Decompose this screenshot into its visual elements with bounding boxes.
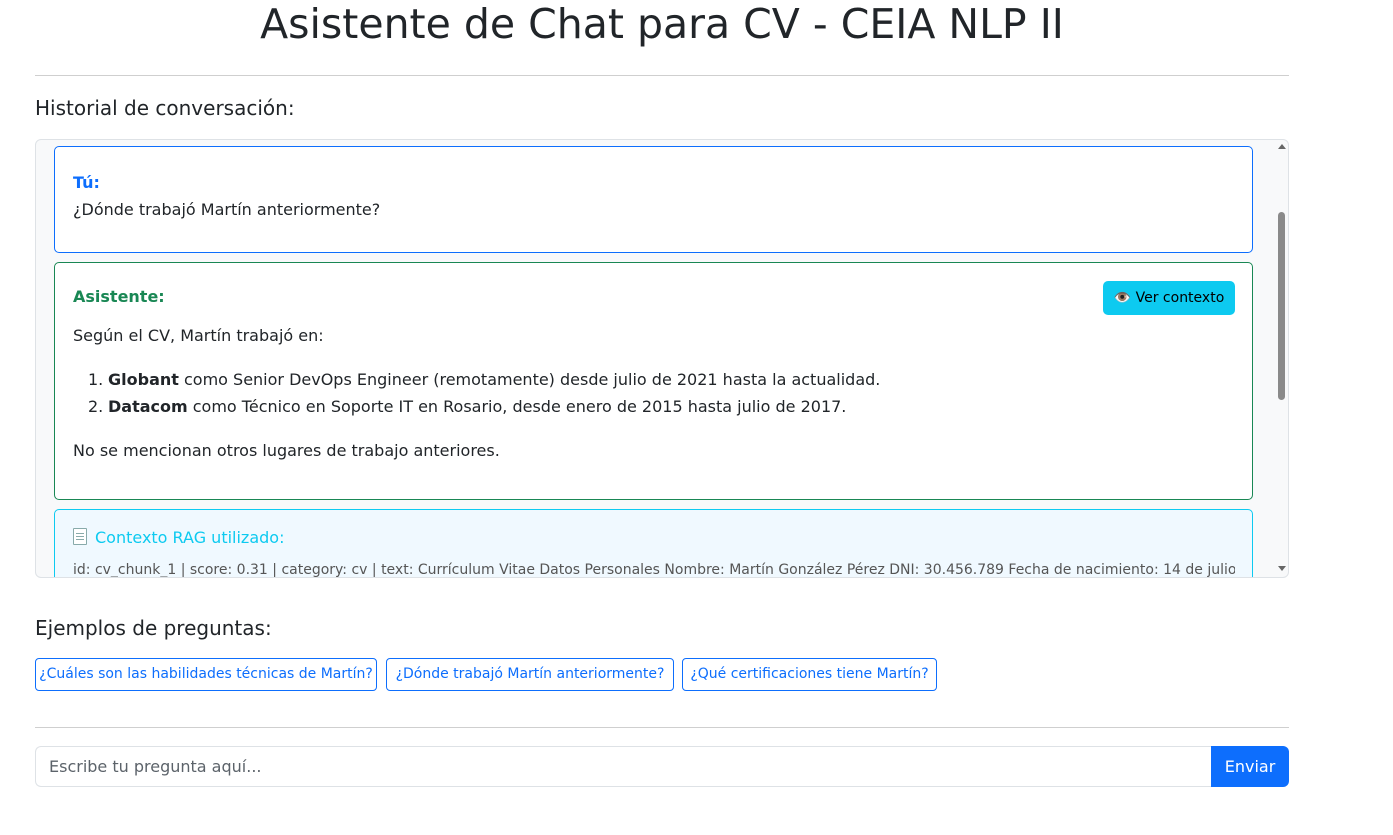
list-item: 1. Globant como Senior DevOps Engineer (r… <box>88 370 881 389</box>
divider <box>35 727 1289 728</box>
user-label: Tú: <box>73 173 100 192</box>
question-input-group: Enviar <box>35 746 1289 787</box>
assistant-intro: Según el CV, Martín trabajó en: <box>73 326 324 345</box>
answer-list: 1. Globant como Senior DevOps Engineer (r… <box>88 369 880 423</box>
chat-history[interactable]: Tú: ¿Dónde trabajó Martín anteriormente?… <box>35 139 1289 578</box>
document-icon <box>73 528 87 545</box>
scrollbar-thumb[interactable] <box>1278 212 1285 400</box>
company-name: Globant <box>108 370 179 389</box>
send-button[interactable]: Enviar <box>1211 746 1289 787</box>
page-title: Asistente de Chat para CV - CEIA NLP II <box>260 0 1064 48</box>
example-question-button[interactable]: ¿Dónde trabajó Martín anteriormente? <box>386 658 674 691</box>
view-context-button[interactable]: 👁️ Ver contexto <box>1103 281 1235 315</box>
example-question-button[interactable]: ¿Cuáles son las habilidades técnicas de … <box>35 658 377 691</box>
examples-heading: Ejemplos de preguntas: <box>35 616 272 640</box>
user-message-text: ¿Dónde trabajó Martín anteriormente? <box>73 200 381 219</box>
scroll-up-arrow-icon[interactable] <box>1278 144 1286 149</box>
context-label: Contexto RAG utilizado: <box>73 528 284 547</box>
question-input[interactable] <box>35 746 1211 787</box>
history-heading: Historial de conversación: <box>35 96 295 120</box>
list-item: 2. Datacom como Técnico en Soporte IT en … <box>88 397 847 416</box>
divider <box>35 75 1289 76</box>
context-text: id: cv_chunk_1 | score: 0.31 | category:… <box>73 562 1235 578</box>
user-message: Tú: ¿Dónde trabajó Martín anteriormente? <box>54 146 1253 253</box>
rag-context: Contexto RAG utilizado: id: cv_chunk_1 |… <box>54 509 1253 578</box>
example-question-button[interactable]: ¿Qué certificaciones tiene Martín? <box>682 658 937 691</box>
scroll-down-arrow-icon[interactable] <box>1278 566 1286 571</box>
company-name: Datacom <box>108 397 188 416</box>
assistant-outro: No se mencionan otros lugares de trabajo… <box>73 441 500 460</box>
assistant-message: Asistente: 👁️ Ver contexto Según el CV, … <box>54 262 1253 500</box>
assistant-label: Asistente: <box>73 287 165 306</box>
